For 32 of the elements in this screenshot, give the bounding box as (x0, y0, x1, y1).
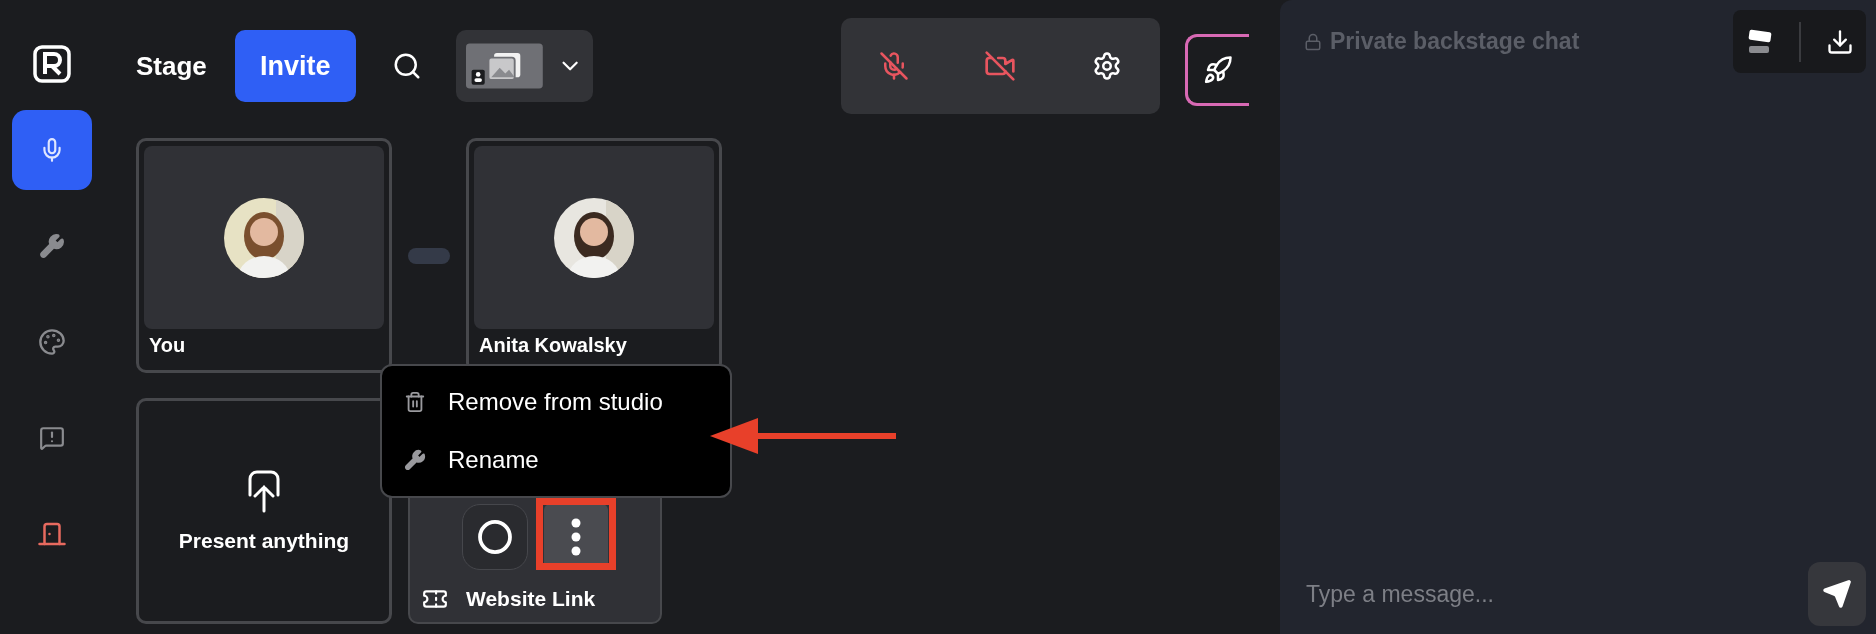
send-button[interactable] (1808, 562, 1866, 626)
palette-icon (38, 328, 66, 356)
wrench-icon (404, 449, 426, 471)
layout-picker[interactable] (455, 30, 593, 102)
logo-icon (32, 44, 72, 84)
source-label: Website Link (466, 587, 596, 611)
more-icon (571, 518, 581, 556)
microphone-button[interactable] (878, 51, 909, 81)
rocket-button[interactable] (1184, 34, 1249, 106)
connector-pill (408, 247, 450, 264)
sidebar-item[interactable] (12, 110, 92, 190)
present-card[interactable]: Present anything (136, 398, 392, 624)
download-button[interactable] (1825, 27, 1854, 56)
participant-name: Anita Kowalsky (478, 334, 628, 357)
trash-icon (404, 391, 426, 413)
invite-button[interactable]: Invite (234, 30, 356, 102)
feedback-icon (39, 425, 65, 451)
chat-title: Private backstage chat (1330, 28, 1580, 55)
circle-icon (477, 519, 513, 555)
layout-thumbnail-icon (465, 42, 543, 90)
message-input[interactable]: Type a message... (1304, 573, 1808, 615)
menu-item[interactable]: Remove from studio (404, 375, 708, 429)
settings-button[interactable] (1091, 51, 1122, 81)
menu-item[interactable]: Rename (404, 433, 708, 487)
camera-button[interactable] (984, 50, 1017, 82)
wrench-icon (39, 233, 65, 259)
send-icon (1822, 579, 1852, 609)
lock-icon (1304, 32, 1322, 51)
page-title: Stage (136, 50, 207, 82)
rocket-icon (1203, 55, 1234, 85)
participant-name: You (148, 334, 187, 357)
toggle-button[interactable] (462, 504, 528, 570)
